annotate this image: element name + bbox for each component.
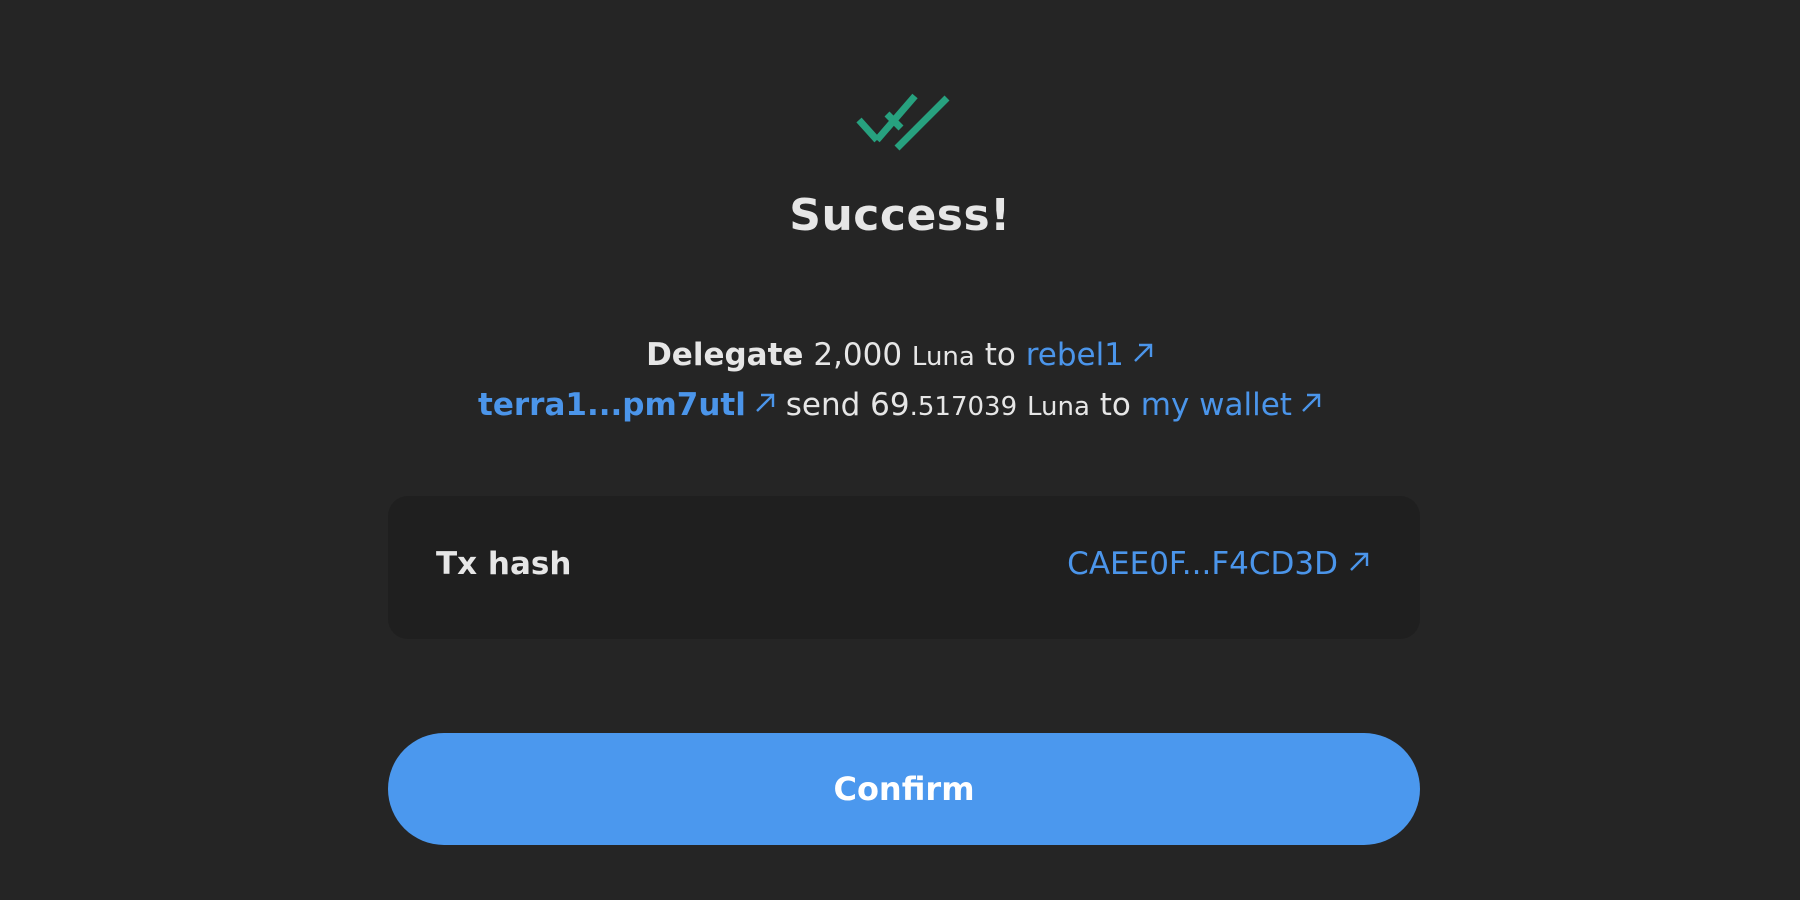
sender-address-link[interactable]: terra1...pm7utl (478, 387, 776, 423)
my-wallet-link[interactable]: my wallet (1141, 387, 1322, 423)
delegate-amount: 2,000 (813, 337, 903, 373)
tx-hash-link[interactable]: CAEE0F...F4CD3D (1067, 546, 1370, 582)
connector-to: to (984, 337, 1016, 373)
send-verb: send (785, 387, 861, 423)
success-modal: Success! Delegate 2,000 Luna to rebel1 t… (0, 0, 1800, 900)
tx-hash-label: Tx hash (436, 546, 572, 582)
external-link-icon (1134, 343, 1153, 362)
validator-link[interactable]: rebel1 (1026, 337, 1154, 373)
double-check-icon (856, 93, 950, 151)
send-amount: 69.517039 (870, 387, 1018, 423)
external-link-icon (1350, 552, 1369, 571)
send-denom: Luna (1026, 392, 1090, 422)
message-line-2: terra1...pm7utl send 69.517039 Luna to m… (0, 385, 1800, 427)
tx-hash-card: Tx hash CAEE0F...F4CD3D (388, 496, 1420, 639)
success-title: Success! (789, 190, 1011, 241)
message-line-1: Delegate 2,000 Luna to rebel1 (0, 335, 1800, 377)
external-link-icon (756, 393, 775, 412)
confirm-button[interactable]: Confirm (388, 733, 1420, 845)
action-label: Delegate (646, 337, 804, 373)
connector-to: to (1099, 387, 1131, 423)
external-link-icon (1302, 393, 1321, 412)
delegate-denom: Luna (911, 342, 975, 372)
